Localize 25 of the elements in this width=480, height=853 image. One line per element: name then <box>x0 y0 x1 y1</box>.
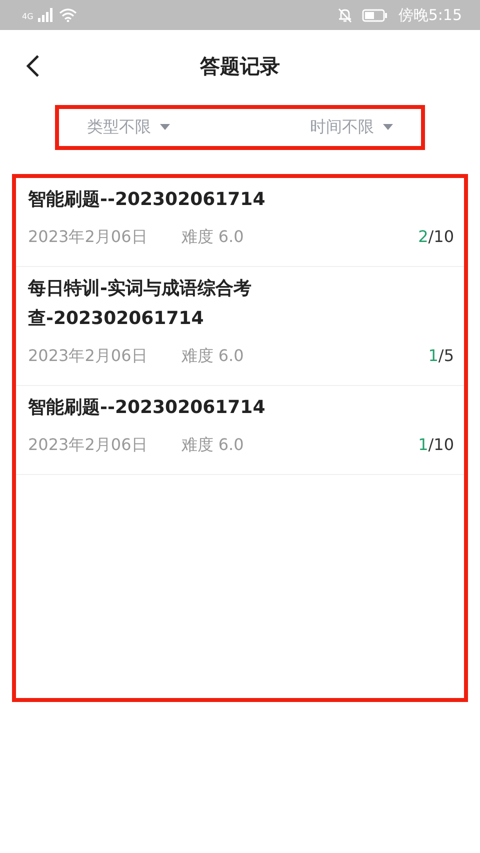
page-title: 答题记录 <box>200 52 280 80</box>
battery-icon <box>362 8 388 22</box>
record-score: 1/5 <box>428 346 454 367</box>
record-difficulty: 难度 6.0 <box>181 227 244 248</box>
record-title: 智能刷题--202302061714 <box>28 396 266 420</box>
record-item[interactable]: 智能刷题--202302061714 2023年2月06日 难度 6.0 1/10 <box>16 386 464 475</box>
status-time: 傍晚5:15 <box>398 6 462 24</box>
record-score: 2/10 <box>418 227 454 248</box>
record-date: 2023年2月06日 <box>28 346 148 367</box>
network-label: 4G <box>22 12 34 21</box>
record-score: 1/10 <box>418 435 454 456</box>
record-date: 2023年2月06日 <box>28 227 148 248</box>
record-date: 2023年2月06日 <box>28 435 148 456</box>
record-item[interactable]: 每日特训-实词与成语综合考查-202302061714 2023年2月06日 难度 6.0 1/5 <box>16 267 464 386</box>
record-difficulty: 难度 6.0 <box>181 435 244 456</box>
wifi-icon <box>59 8 78 22</box>
record-title: 智能刷题--202302061714 <box>28 188 266 212</box>
caret-icon <box>160 124 170 131</box>
bell-muted-icon <box>338 8 352 22</box>
record-title: 每日特训-实词与成语综合考查-202302061714 <box>28 277 252 331</box>
signal-icon <box>38 8 54 22</box>
caret-icon <box>383 124 393 131</box>
record-item[interactable]: 智能刷题--202302061714 2023年2月06日 难度 6.0 2/10 <box>16 178 464 267</box>
back-icon[interactable] <box>26 54 40 78</box>
record-difficulty: 难度 6.0 <box>181 346 244 367</box>
